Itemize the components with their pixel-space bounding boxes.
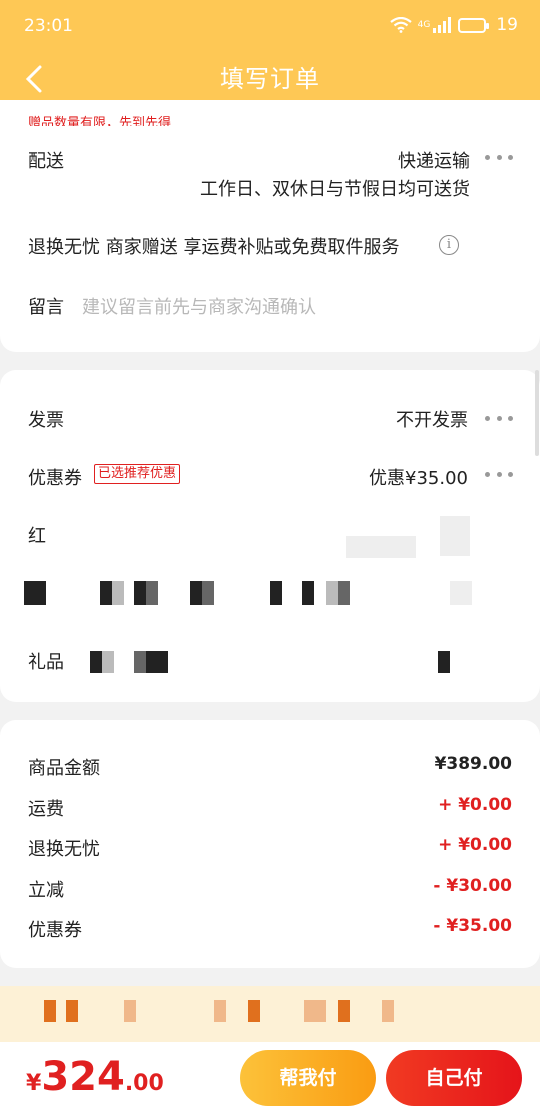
summary-label: 运费	[28, 798, 64, 820]
blurred-block	[134, 651, 146, 673]
battery-level: 19	[496, 15, 518, 35]
promo-banner	[0, 986, 540, 1042]
help-pay-button[interactable]: 帮我付	[240, 1050, 376, 1106]
return-service-text: 退换无忧 商家赠送 享运费补贴或免费取件服务	[28, 237, 400, 258]
blurred-block	[90, 651, 102, 673]
message-input[interactable]: 建议留言前先与商家沟通确认	[82, 293, 316, 319]
summary-label: 立减	[28, 879, 64, 901]
network-type: 4G	[417, 20, 431, 30]
blurred-block	[438, 651, 450, 673]
price-integer: 324	[41, 1054, 125, 1100]
summary-value: - ¥35.00	[433, 916, 512, 936]
self-pay-button[interactable]: 自己付	[386, 1050, 522, 1106]
summary-value: - ¥30.00	[433, 875, 512, 896]
blurred-block	[134, 581, 146, 605]
gift-notice: 赠品数量有限，先到先得	[28, 116, 172, 126]
page-title: 填写订单	[220, 65, 320, 93]
blurred-block	[382, 1000, 394, 1022]
blurred-block	[202, 581, 214, 605]
invoice-label: 发票	[28, 410, 64, 431]
price-decimal: .00	[124, 1071, 164, 1096]
blurred-block	[44, 1000, 56, 1022]
invoice-more-icon[interactable]	[485, 413, 513, 423]
scrollbar[interactable]	[535, 370, 539, 456]
blurred-block	[338, 1000, 350, 1022]
price-currency: ¥	[26, 1071, 42, 1096]
wifi-icon	[389, 17, 412, 33]
redpacket-label: 红	[28, 526, 46, 547]
coupon-label: 优惠券	[28, 468, 82, 489]
summary-label: 退换无忧	[28, 839, 100, 860]
delivery-label: 配送	[28, 151, 64, 172]
blurred-block	[304, 1000, 326, 1022]
invoice-value[interactable]: 不开发票	[396, 406, 468, 432]
delivery-detail: 工作日、双休日与节假日均可送货	[200, 179, 470, 200]
summary-value: + ¥0.00	[438, 835, 512, 855]
blurred-block	[102, 651, 114, 673]
blurred-block	[146, 651, 168, 673]
blurred-block	[248, 1000, 260, 1022]
status-time: 23:01	[24, 16, 73, 36]
coupon-more-icon[interactable]	[485, 469, 513, 479]
blurred-block	[338, 581, 350, 605]
message-label: 留言	[28, 297, 64, 318]
status-bar: 23:01 4G 19	[0, 0, 540, 52]
signal-icon	[433, 17, 452, 33]
gift-label: 礼品	[28, 652, 64, 673]
blurred-block	[112, 581, 124, 605]
info-icon[interactable]: i	[439, 235, 459, 255]
summary-label: 商品金额	[28, 758, 100, 779]
total-price: ¥ 324 .00	[26, 1052, 164, 1102]
status-icons: 4G 19	[389, 15, 518, 35]
blurred-block	[146, 581, 158, 605]
blurred-block	[190, 581, 202, 605]
delivery-method[interactable]: 快递运输	[398, 147, 470, 173]
blurred-block	[270, 581, 282, 605]
blurred-block	[66, 1000, 78, 1022]
coupon-tag: 已选推荐优惠	[94, 464, 181, 484]
blurred-block	[326, 581, 338, 605]
delivery-more-icon[interactable]	[485, 152, 513, 162]
blurred-block	[124, 1000, 136, 1022]
blurred-block	[214, 1000, 226, 1022]
summary-value: ¥389.00	[434, 754, 512, 774]
blurred-block	[24, 581, 46, 605]
summary-label: 优惠券	[28, 920, 82, 941]
blurred-block	[450, 581, 472, 605]
blurred-block	[302, 581, 314, 605]
blurred-block	[440, 516, 470, 556]
battery-icon	[458, 17, 490, 33]
coupon-value[interactable]: 优惠¥35.00	[369, 464, 468, 490]
summary-value: + ¥0.00	[438, 794, 512, 815]
blurred-block	[100, 581, 112, 605]
blurred-block	[346, 536, 416, 558]
